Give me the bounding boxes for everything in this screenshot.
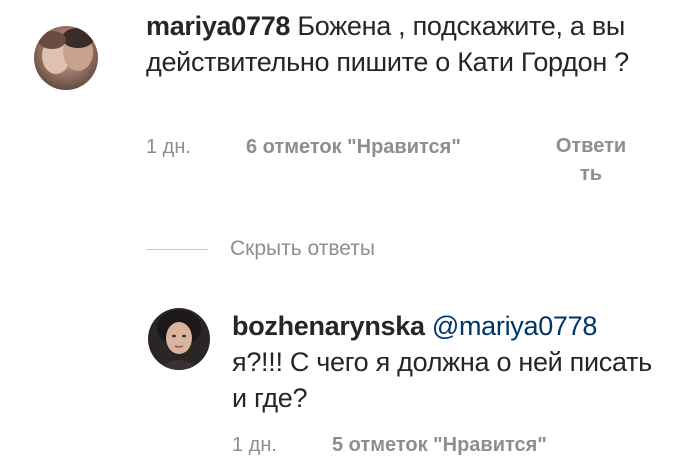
comment-text: mariya0778 Божена , подскажите, а вы дей… xyxy=(146,8,656,80)
reply-button-label-1: Ответи xyxy=(555,135,627,157)
reply-button[interactable]: Ответи ть xyxy=(546,132,636,188)
reply-mention[interactable]: @mariya0778 xyxy=(432,311,597,341)
comment-username[interactable]: mariya0778 xyxy=(146,11,290,41)
reply-likes[interactable]: 5 отметок "Нравится" xyxy=(332,432,547,458)
avatar-photo-icon xyxy=(34,26,98,90)
comment-likes[interactable]: 6 отметок "Нравится" xyxy=(246,134,461,160)
reply-button-label-2: ть xyxy=(579,163,603,185)
reply-comment: bozhenarynska @mariya0778 я?!!! С чего я… xyxy=(0,290,690,468)
reply-time: 1 дн. xyxy=(232,434,277,456)
hide-replies-divider xyxy=(146,249,208,250)
reply-avatar[interactable] xyxy=(148,308,210,370)
reply-body: я?!!! С чего я должна о ней писать и где… xyxy=(232,347,652,413)
reply-avatar-photo-icon xyxy=(148,308,210,370)
hide-replies-button[interactable]: Скрыть ответы xyxy=(230,236,375,262)
comment: mariya0778 Божена , подскажите, а вы дей… xyxy=(0,0,690,200)
comment-time: 1 дн. xyxy=(146,136,191,158)
avatar[interactable] xyxy=(34,26,98,90)
reply-username[interactable]: bozhenarynska xyxy=(232,311,425,341)
reply-text: bozhenarynska @mariya0778 я?!!! С чего я… xyxy=(232,308,652,416)
